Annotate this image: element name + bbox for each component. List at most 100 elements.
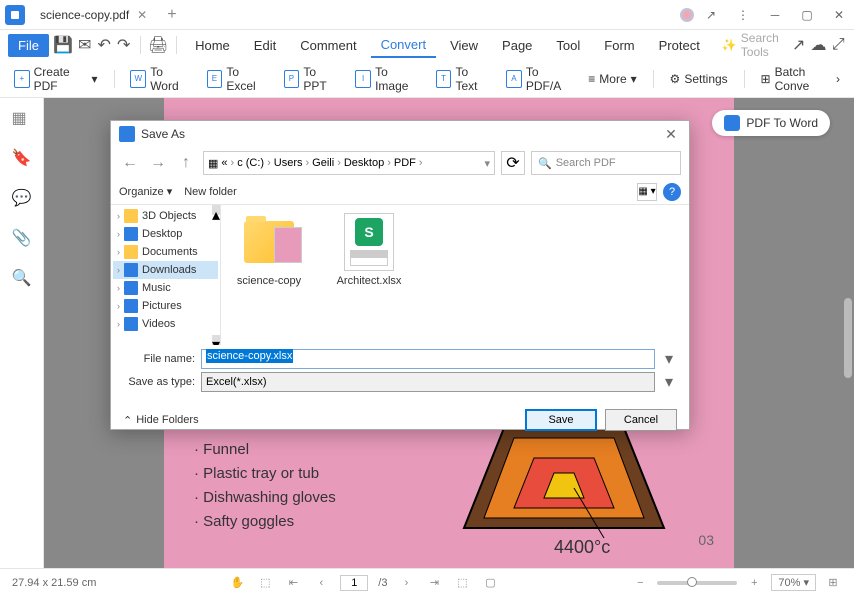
tree-videos[interactable]: ›Videos xyxy=(113,315,218,333)
zoom-in-icon[interactable]: + xyxy=(745,574,763,592)
refresh-button[interactable]: ⟳ xyxy=(501,151,525,175)
menu-convert[interactable]: Convert xyxy=(371,33,437,58)
tree-scroll-down[interactable]: ▾ xyxy=(212,335,220,345)
attachment-icon[interactable]: 📎 xyxy=(12,228,32,248)
to-text-button[interactable]: TTo Text xyxy=(430,61,494,97)
page-number: 03 xyxy=(698,532,714,548)
dialog-icon xyxy=(119,126,135,142)
document-tab[interactable]: science-copy.pdf ✕ xyxy=(30,0,157,29)
search-tools[interactable]: ✨ Search Tools xyxy=(714,29,787,61)
filename-input[interactable]: science-copy.xlsx xyxy=(201,349,655,369)
search-folder-input[interactable]: 🔍 Search PDF xyxy=(531,151,681,175)
dialog-close-button[interactable]: ✕ xyxy=(661,126,681,143)
hide-folders-button[interactable]: ⌃Hide Folders xyxy=(123,414,199,427)
tree-scroll-up[interactable]: ▴ xyxy=(212,205,220,215)
document-text: · Funnel · Plastic tray or tub · Dishwas… xyxy=(194,438,336,534)
organize-button[interactable]: Organize ▾ xyxy=(119,185,172,198)
tree-documents[interactable]: ›Documents xyxy=(113,243,218,261)
expand-icon[interactable]: ⤢ xyxy=(830,33,846,57)
tree-downloads[interactable]: ›Downloads xyxy=(113,261,218,279)
nav-back-icon[interactable]: ← xyxy=(119,152,141,174)
savetype-label: Save as type: xyxy=(123,376,195,388)
close-window-button[interactable]: ✕ xyxy=(824,0,854,30)
fit-width-icon[interactable]: ⬚ xyxy=(453,574,471,592)
minimize-button[interactable]: ─ xyxy=(760,0,790,30)
tab-close-icon[interactable]: ✕ xyxy=(137,8,147,22)
menu-page[interactable]: Page xyxy=(492,34,542,57)
menu-comment[interactable]: Comment xyxy=(290,34,366,57)
fullscreen-icon[interactable]: ⊞ xyxy=(824,574,842,592)
file-science-copy[interactable]: science-copy xyxy=(229,213,309,287)
search-icon[interactable]: 🔍 xyxy=(12,268,32,288)
save-button[interactable]: Save xyxy=(525,409,597,431)
status-bar: 27.94 x 21.59 cm ✋ ⬚ ⇤ ‹ /3 › ⇥ ⬚ ▢ − + … xyxy=(0,568,854,596)
nav-up-icon[interactable]: ↑ xyxy=(175,152,197,174)
save-icon[interactable]: 💾 xyxy=(53,33,73,57)
first-page-icon[interactable]: ⇤ xyxy=(284,574,302,592)
view-mode-button[interactable]: ▦ ▾ xyxy=(637,183,657,201)
tree-pictures[interactable]: ›Pictures xyxy=(113,297,218,315)
to-ppt-button[interactable]: PTo PPT xyxy=(278,61,344,97)
maximize-button[interactable]: ▢ xyxy=(792,0,822,30)
to-pdfa-button[interactable]: ATo PDF/A xyxy=(500,61,576,97)
folder-tree[interactable]: ›3D Objects ›Desktop ›Documents ›Downloa… xyxy=(111,205,221,345)
pdf-to-word-float-button[interactable]: PDF To Word xyxy=(712,110,830,136)
cancel-button[interactable]: Cancel xyxy=(605,409,677,431)
tree-desktop[interactable]: ›Desktop xyxy=(113,225,218,243)
to-word-button[interactable]: WTo Word xyxy=(124,61,194,97)
new-tab-button[interactable]: + xyxy=(157,6,186,24)
new-folder-button[interactable]: New folder xyxy=(184,186,237,198)
word-icon xyxy=(724,115,740,131)
last-page-icon[interactable]: ⇥ xyxy=(425,574,443,592)
bookmark-icon[interactable]: 🔖 xyxy=(12,148,32,168)
next-page-icon[interactable]: › xyxy=(397,574,415,592)
savetype-select[interactable]: Excel(*.xlsx) xyxy=(201,372,655,392)
menu-protect[interactable]: Protect xyxy=(649,34,710,57)
more-menu-icon[interactable]: ⋮ xyxy=(728,0,758,30)
to-image-button[interactable]: ITo Image xyxy=(349,61,423,97)
menu-bar: File 💾 ✉ ↶ ↷ 🖨 Home Edit Comment Convert… xyxy=(0,30,854,60)
external-link-icon[interactable]: ↗ xyxy=(791,33,807,57)
menu-form[interactable]: Form xyxy=(594,34,644,57)
redo-icon[interactable]: ↷ xyxy=(116,33,132,57)
zoom-slider[interactable] xyxy=(657,581,737,585)
to-excel-button[interactable]: ETo Excel xyxy=(201,61,272,97)
file-menu[interactable]: File xyxy=(8,34,49,57)
cloud-icon[interactable]: ☁ xyxy=(810,33,826,57)
file-architect-xlsx[interactable]: S Architect.xlsx xyxy=(329,213,409,287)
search-icon: 🔍 xyxy=(538,157,552,170)
menu-view[interactable]: View xyxy=(440,34,488,57)
comment-icon[interactable]: 💬 xyxy=(12,188,32,208)
fit-page-icon[interactable]: ▢ xyxy=(481,574,499,592)
breadcrumb[interactable]: ▦ «› c (C:)› Users› Geili› Desktop› PDF›… xyxy=(203,151,495,175)
menu-edit[interactable]: Edit xyxy=(244,34,286,57)
zoom-value[interactable]: 70% ▾ xyxy=(771,574,816,591)
nav-forward-icon[interactable]: → xyxy=(147,152,169,174)
filename-dropdown[interactable]: ▾ xyxy=(661,349,677,369)
tree-music[interactable]: ›Music xyxy=(113,279,218,297)
print-icon[interactable]: 🖨 xyxy=(148,33,168,57)
menu-home[interactable]: Home xyxy=(185,34,240,57)
hand-tool-icon[interactable]: ✋ xyxy=(228,574,246,592)
create-pdf-button[interactable]: +Create PDF ▾ xyxy=(8,61,104,97)
help-button[interactable]: ? xyxy=(663,183,681,201)
zoom-out-icon[interactable]: − xyxy=(631,574,649,592)
magic-wand-icon: ✨ xyxy=(722,38,737,52)
undo-icon[interactable]: ↶ xyxy=(96,33,112,57)
scrollbar[interactable] xyxy=(844,298,852,378)
dialog-toolbar: Organize ▾ New folder ▦ ▾ ? xyxy=(111,179,689,205)
tree-3d-objects[interactable]: ›3D Objects xyxy=(113,207,218,225)
prev-page-icon[interactable]: ‹ xyxy=(312,574,330,592)
settings-button[interactable]: ⚙Settings xyxy=(664,68,734,90)
savetype-dropdown[interactable]: ▾ xyxy=(661,372,677,392)
file-list[interactable]: science-copy S Architect.xlsx xyxy=(221,205,689,345)
select-tool-icon[interactable]: ⬚ xyxy=(256,574,274,592)
menu-tool[interactable]: Tool xyxy=(546,34,590,57)
page-input[interactable] xyxy=(340,575,368,591)
ai-icon[interactable] xyxy=(680,8,694,22)
mail-icon[interactable]: ✉ xyxy=(77,33,93,57)
more-button[interactable]: ≡More ▾ xyxy=(582,68,642,90)
batch-convert-button[interactable]: ⊞Batch Conve › xyxy=(755,61,846,97)
thumbnails-icon[interactable]: ▦ xyxy=(12,108,32,128)
share-icon[interactable]: ↗ xyxy=(696,0,726,30)
